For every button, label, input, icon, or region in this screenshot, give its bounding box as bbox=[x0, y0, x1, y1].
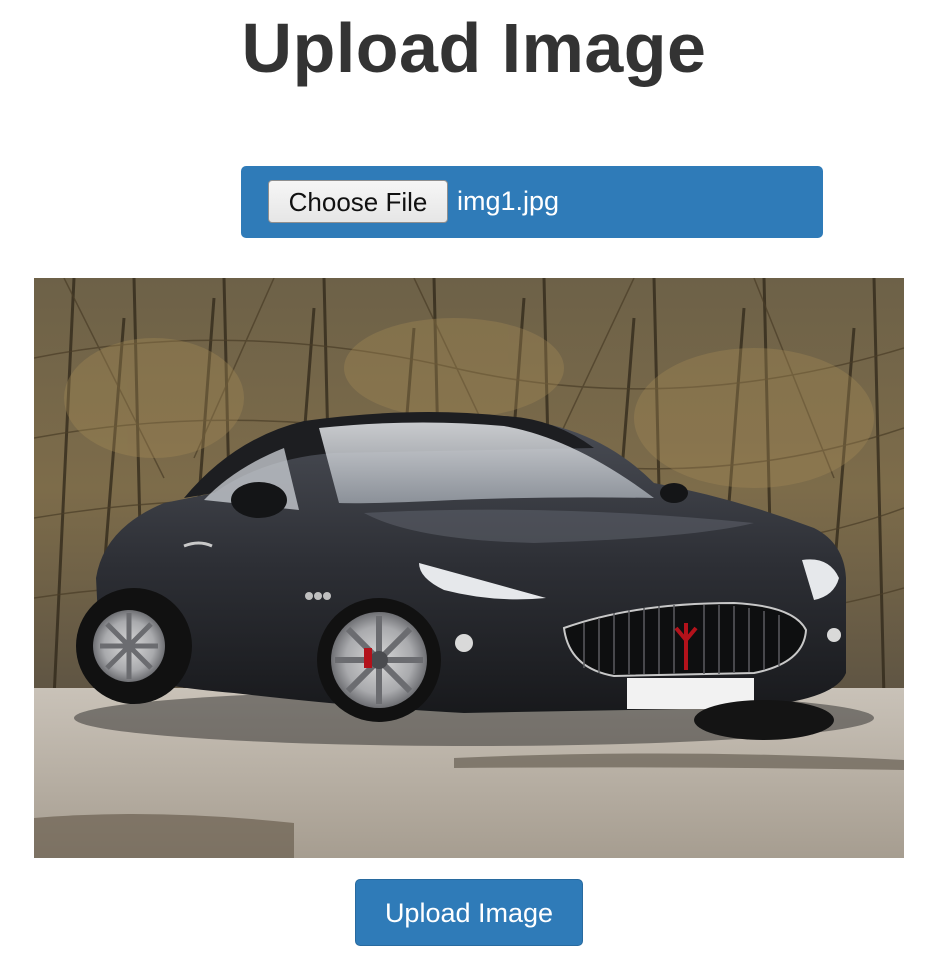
file-input-bar[interactable]: Choose File img1.jpg bbox=[241, 166, 823, 238]
page-title: Upload Image bbox=[241, 9, 707, 87]
upload-page: Upload Image Choose File img1.jpg Upload… bbox=[0, 0, 948, 958]
selected-file-name: img1.jpg bbox=[457, 186, 560, 216]
choose-file-button[interactable]: Choose File bbox=[268, 180, 448, 223]
upload-image-button[interactable]: Upload Image bbox=[355, 879, 583, 946]
image-preview bbox=[34, 278, 904, 858]
